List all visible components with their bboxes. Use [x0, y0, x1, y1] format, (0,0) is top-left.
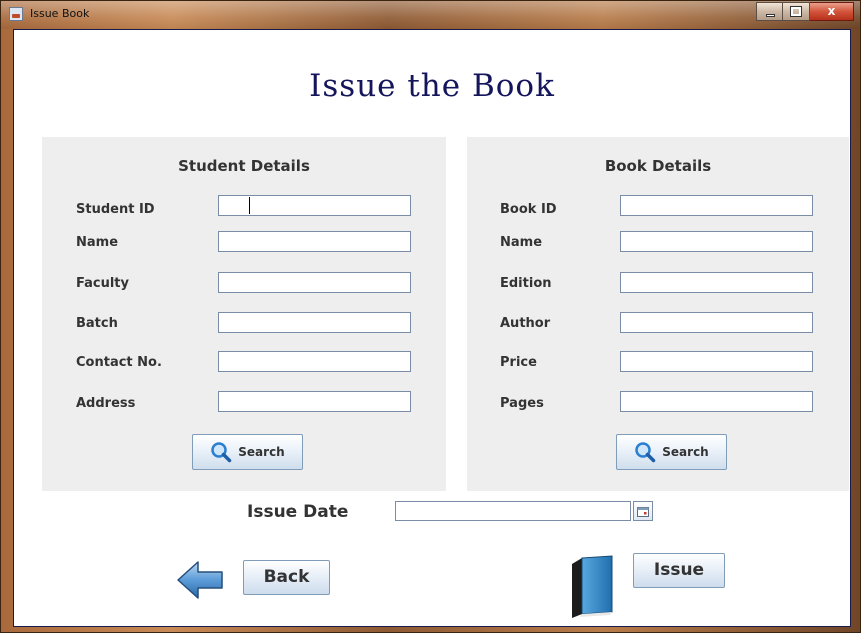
edition-label: Edition: [500, 276, 552, 291]
maximize-button[interactable]: [783, 2, 810, 21]
calendar-icon: [637, 506, 649, 517]
address-label: Address: [76, 396, 136, 411]
address-input[interactable]: [218, 391, 411, 412]
student-panel-title: Student Details: [178, 157, 310, 175]
contact-no-label: Contact No.: [76, 355, 162, 370]
book-details-panel: Book Details Book ID Name Edition Author…: [467, 137, 849, 491]
student-search-label: Search: [238, 445, 285, 459]
student-details-panel: Student Details Student ID Name Faculty …: [42, 137, 446, 491]
java-cup-icon: [9, 7, 23, 21]
batch-input[interactable]: [218, 312, 411, 333]
faculty-label: Faculty: [76, 276, 129, 291]
left-arrow-icon[interactable]: [176, 560, 226, 600]
content-area: Issue the Book Student Details Student I…: [13, 29, 851, 627]
student-name-label: Name: [76, 235, 119, 250]
issue-button[interactable]: Issue: [633, 553, 725, 588]
page-title: Issue the Book: [309, 68, 555, 104]
student-id-label: Student ID: [76, 202, 155, 217]
pages-label: Pages: [500, 396, 544, 411]
pages-input[interactable]: [620, 391, 813, 412]
book-panel-title: Book Details: [604, 157, 712, 175]
edition-input[interactable]: [620, 272, 813, 293]
author-label: Author: [500, 316, 551, 331]
window-controls: x: [756, 2, 854, 22]
book-name-input[interactable]: [620, 231, 813, 252]
close-button[interactable]: x: [810, 2, 854, 21]
window-title: Issue Book: [30, 7, 90, 20]
book-search-button[interactable]: Search: [616, 434, 727, 470]
issue-date-input[interactable]: [395, 501, 631, 521]
contact-no-input[interactable]: [218, 351, 411, 372]
book-icon: [572, 555, 613, 618]
date-picker-button[interactable]: [633, 501, 653, 521]
book-id-label: Book ID: [500, 202, 557, 217]
magnifier-icon: [635, 442, 656, 463]
issue-date-label: Issue Date: [247, 502, 349, 522]
back-button[interactable]: Back: [243, 560, 330, 595]
student-search-button[interactable]: Search: [192, 434, 303, 470]
text-caret: [249, 197, 250, 214]
title-bar[interactable]: Issue Book x: [1, 1, 860, 29]
student-name-input[interactable]: [218, 231, 411, 252]
faculty-input[interactable]: [218, 272, 411, 293]
minimize-button[interactable]: [756, 2, 783, 21]
batch-label: Batch: [76, 316, 118, 331]
app-window: Issue Book x Issue the Book Student Deta…: [0, 0, 861, 633]
price-input[interactable]: [620, 351, 813, 372]
author-input[interactable]: [620, 312, 813, 333]
student-id-input[interactable]: [218, 195, 411, 216]
price-label: Price: [500, 355, 537, 370]
book-search-label: Search: [662, 445, 709, 459]
book-id-input[interactable]: [620, 195, 813, 216]
magnifier-icon: [211, 442, 232, 463]
book-name-label: Name: [500, 235, 543, 250]
